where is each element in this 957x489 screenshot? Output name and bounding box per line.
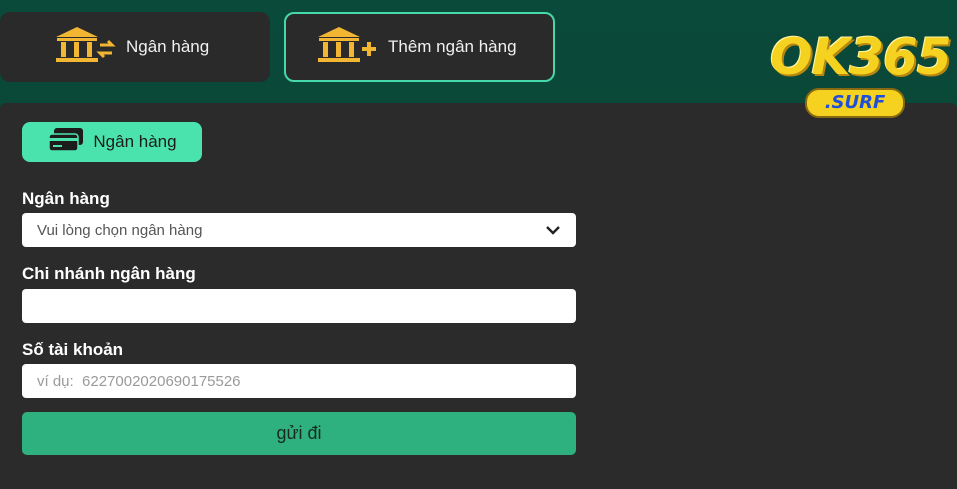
bank-add-icon: [316, 26, 378, 69]
submit-button[interactable]: gửi đi: [22, 412, 576, 455]
account-field-label: Số tài khoản: [22, 340, 124, 359]
tab-bank-label: Ngân hàng: [126, 37, 210, 56]
branch-field-label: Chi nhánh ngân hàng: [22, 264, 196, 283]
bank-select[interactable]: Vui lòng chọn ngân hàng: [22, 213, 576, 247]
bank-field-label: Ngân hàng: [22, 189, 110, 208]
cards-icon: [47, 127, 85, 158]
bank-form-panel: Ngân hàng Ngân hàng Vui lòng chọn ngân h…: [0, 103, 957, 489]
section-chip-bank[interactable]: Ngân hàng: [22, 122, 202, 162]
ok365-logo: OK365 .SURF: [770, 28, 952, 128]
bank-transfer-icon: [54, 26, 116, 69]
logo-sub-badge: .SURF: [804, 88, 906, 118]
tab-add-bank-label: Thêm ngân hàng: [388, 37, 517, 56]
account-number-input[interactable]: [22, 364, 576, 398]
section-chip-label: Ngân hàng: [93, 132, 177, 151]
branch-input[interactable]: [22, 289, 576, 323]
tab-add-bank[interactable]: Thêm ngân hàng: [284, 12, 555, 82]
logo-main-text: OK365: [770, 28, 952, 86]
tab-bank[interactable]: Ngân hàng: [0, 12, 270, 82]
chevron-down-icon: [545, 222, 561, 239]
bank-select-value: Vui lòng chọn ngân hàng: [37, 221, 203, 239]
